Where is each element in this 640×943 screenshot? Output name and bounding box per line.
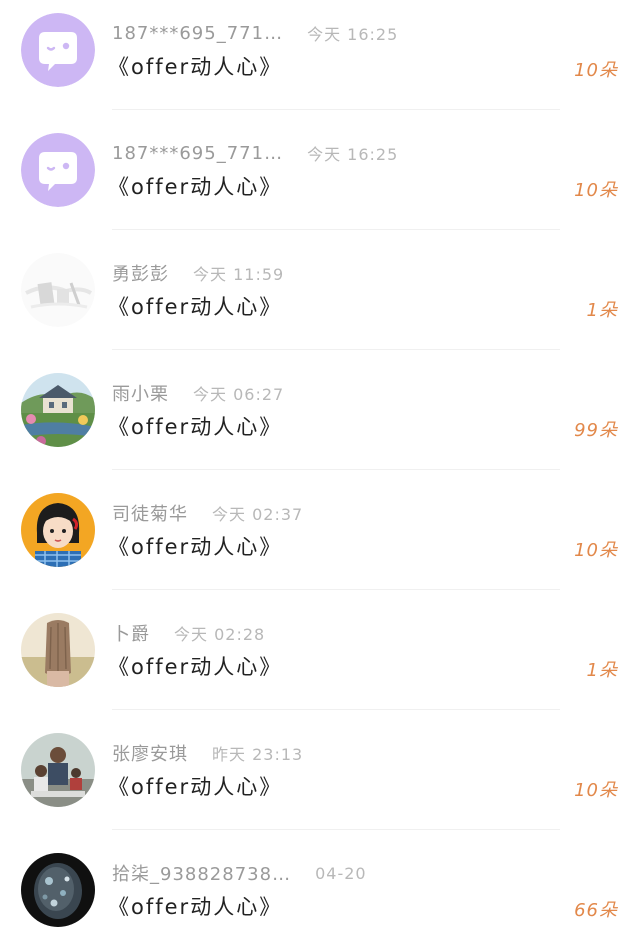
flower-count: 66朵 <box>574 900 618 921</box>
avatar[interactable] <box>21 133 95 207</box>
list-item[interactable]: 雨小栗 今天 06:27 《offer动人心》 99朵 <box>0 360 640 480</box>
sender-name[interactable]: 卜爵 <box>112 620 150 646</box>
avatar[interactable] <box>21 373 95 447</box>
timestamp: 今天 11:59 <box>193 265 285 284</box>
flower-count: 10朵 <box>574 180 618 201</box>
divider <box>112 349 560 350</box>
list-item[interactable]: 拾柒_938828738… 04-20 《offer动人心》 66朵 <box>0 840 640 943</box>
divider <box>112 709 560 710</box>
gift-title: 《offer动人心》 <box>108 175 283 199</box>
gift-title: 《offer动人心》 <box>108 55 283 79</box>
list-item[interactable]: 勇彭彭 今天 11:59 《offer动人心》 1朵 <box>0 240 640 360</box>
sender-name[interactable]: 拾柒_938828738… <box>112 860 291 886</box>
divider <box>112 589 560 590</box>
gift-title: 《offer动人心》 <box>108 775 283 799</box>
long-hair-back-avatar <box>21 613 95 687</box>
chat-bubble-wink-icon <box>21 133 95 207</box>
divider <box>112 829 560 830</box>
sender-name[interactable]: 司徒菊华 <box>112 500 188 526</box>
sender-name[interactable]: 雨小栗 <box>112 380 169 406</box>
avatar[interactable] <box>21 493 95 567</box>
timestamp: 今天 02:28 <box>174 625 266 644</box>
family-photo-avatar <box>21 733 95 807</box>
pale-sketch-avatar <box>21 253 95 327</box>
gift-title: 《offer动人心》 <box>108 295 283 319</box>
timestamp: 昨天 23:13 <box>212 745 304 764</box>
divider <box>112 109 560 110</box>
avatar[interactable] <box>21 733 95 807</box>
list-item[interactable]: 187***695_771… 今天 16:25 《offer动人心》 10朵 <box>0 120 640 240</box>
flower-count: 1朵 <box>586 300 618 321</box>
list-item[interactable]: 司徒菊华 今天 02:37 《offer动人心》 10朵 <box>0 480 640 600</box>
list-item[interactable]: 187***695_771… 今天 16:25 《offer动人心》 10朵 <box>0 0 640 120</box>
gift-title: 《offer动人心》 <box>108 655 283 679</box>
cottage-landscape-avatar <box>21 373 95 447</box>
cartoon-girl-avatar <box>21 493 95 567</box>
gift-title: 《offer动人心》 <box>108 895 283 919</box>
sender-name[interactable]: 187***695_771… <box>112 23 283 44</box>
avatar[interactable] <box>21 613 95 687</box>
flower-count: 10朵 <box>574 60 618 81</box>
timestamp: 今天 06:27 <box>193 385 285 404</box>
divider <box>112 469 560 470</box>
flower-count: 99朵 <box>574 420 618 441</box>
chat-bubble-wink-icon <box>21 13 95 87</box>
list-item[interactable]: 卜爵 今天 02:28 《offer动人心》 1朵 <box>0 600 640 720</box>
avatar[interactable] <box>21 13 95 87</box>
flower-count: 10朵 <box>574 540 618 561</box>
sender-name[interactable]: 张廖安琪 <box>112 740 188 766</box>
avatar[interactable] <box>21 853 95 927</box>
gift-title: 《offer动人心》 <box>108 535 283 559</box>
flower-count: 10朵 <box>574 780 618 801</box>
list-item[interactable]: 张廖安琪 昨天 23:13 《offer动人心》 10朵 <box>0 720 640 840</box>
divider <box>112 229 560 230</box>
gift-record-list: 187***695_771… 今天 16:25 《offer动人心》 10朵 1… <box>0 0 640 943</box>
flower-count: 1朵 <box>586 660 618 681</box>
sender-name[interactable]: 勇彭彭 <box>112 260 169 286</box>
gift-title: 《offer动人心》 <box>108 415 283 439</box>
timestamp: 今天 16:25 <box>307 145 399 164</box>
timestamp: 04-20 <box>315 863 367 883</box>
dark-crystal-avatar <box>21 853 95 927</box>
sender-name[interactable]: 187***695_771… <box>112 143 283 164</box>
avatar[interactable] <box>21 253 95 327</box>
timestamp: 今天 16:25 <box>307 25 399 44</box>
timestamp: 今天 02:37 <box>212 505 304 524</box>
